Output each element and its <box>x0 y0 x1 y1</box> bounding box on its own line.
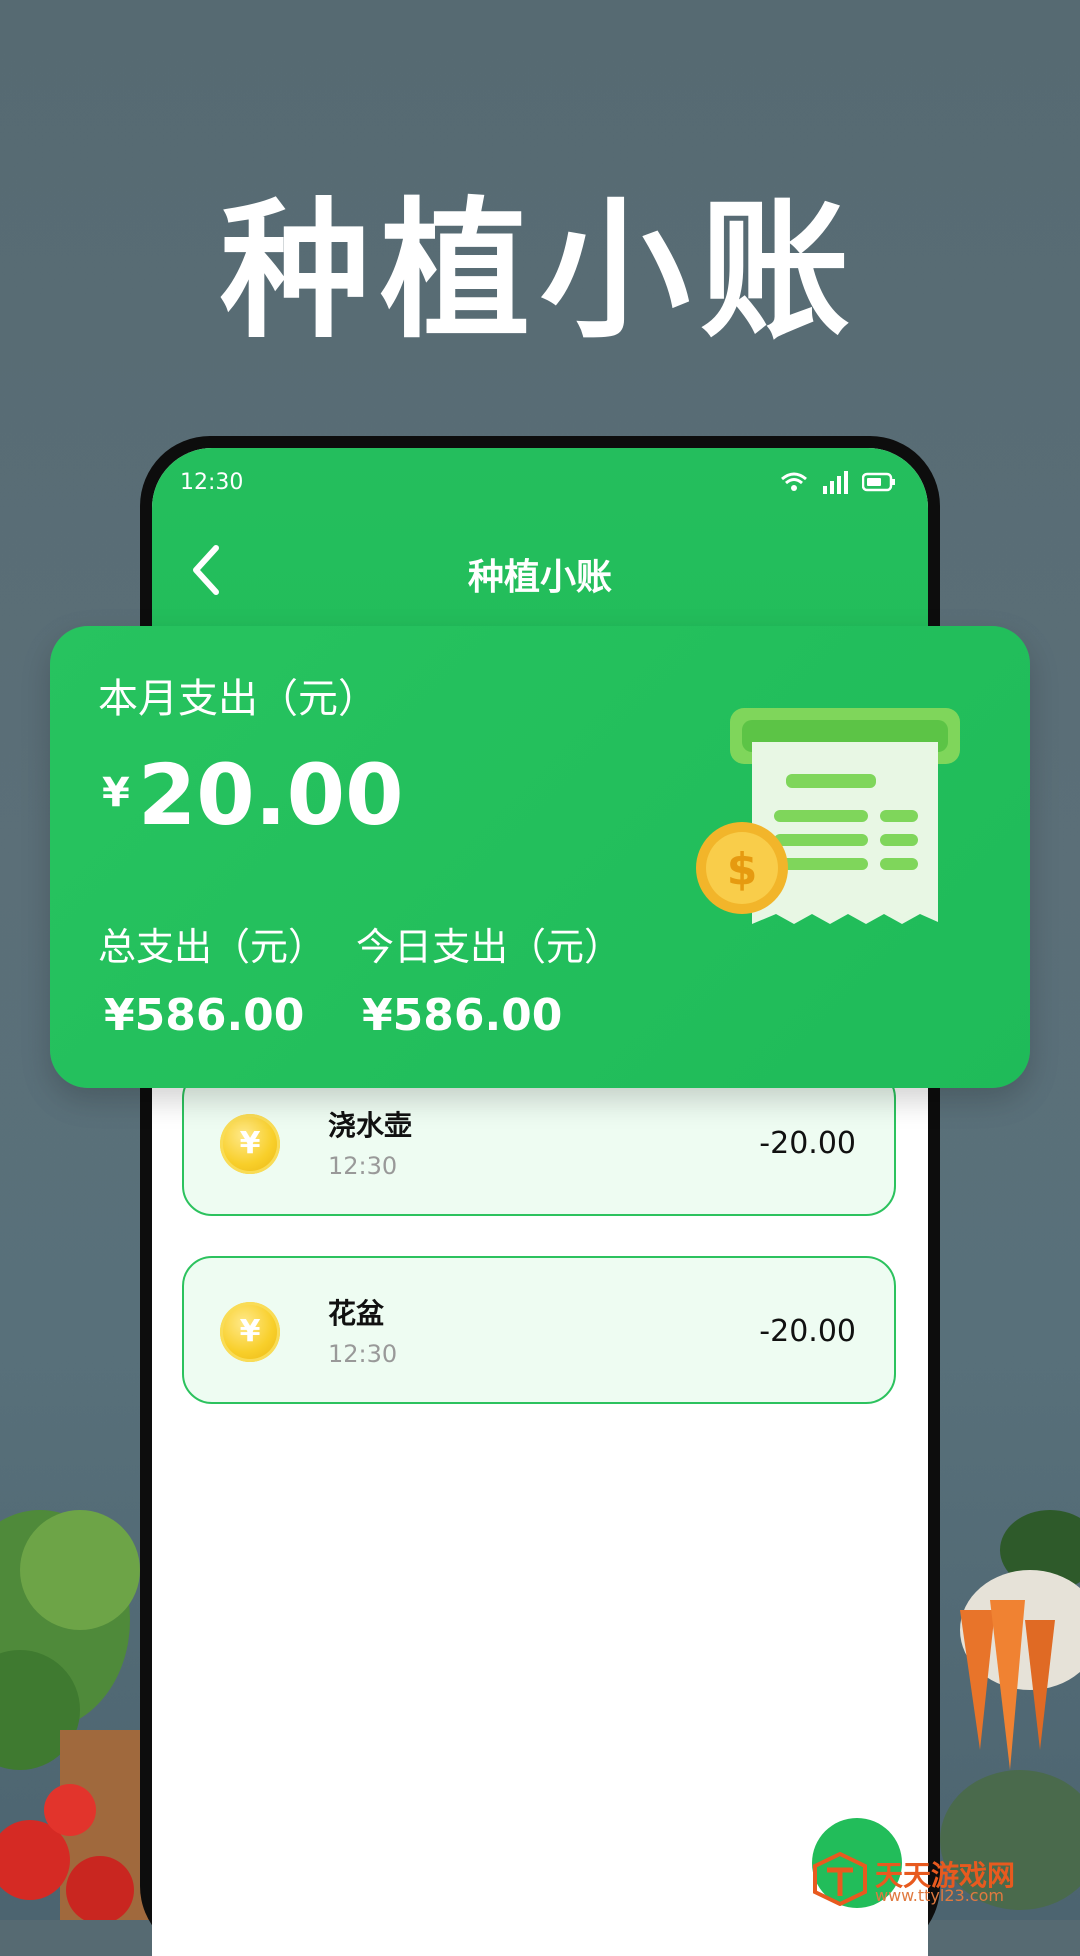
month-expense-value: 20.00 <box>137 746 404 844</box>
yen-coin-icon: ¥ <box>220 1114 280 1174</box>
yen-coin-icon: ¥ <box>220 1302 280 1362</box>
item-time: 12:30 <box>328 1152 398 1180</box>
today-expense-value: ¥586.00 <box>362 990 563 1041</box>
vegetables-left-decoration <box>0 1510 150 1920</box>
battery-icon <box>862 472 895 492</box>
month-expense-label: 本月支出（元） <box>98 676 378 722</box>
list-item[interactable]: ¥ 浇水壶 12:30 -20.00 <box>182 1068 896 1216</box>
status-time: 12:30 <box>180 470 244 495</box>
item-name: 花盆 <box>328 1297 385 1330</box>
item-time: 12:30 <box>328 1340 398 1368</box>
page-title: 种植小账 <box>467 557 612 598</box>
list-item[interactable]: ¥ 花盆 12:30 -20.00 <box>182 1256 896 1404</box>
receipt-with-coin-illustration: $ <box>696 708 960 924</box>
month-expense-amount: ¥20.00 <box>102 746 404 844</box>
currency-symbol: ¥ <box>102 770 130 816</box>
signal-icon <box>823 471 848 494</box>
status-icons <box>780 470 896 494</box>
wifi-icon <box>781 472 807 491</box>
watermark-url: www.ttyl23.com <box>875 1886 1004 1905</box>
total-expense-label: 总支出（元） <box>98 925 327 969</box>
item-amount: -20.00 <box>759 1314 856 1349</box>
total-expense-value: ¥586.00 <box>104 990 305 1041</box>
today-expense-label: 今日支出（元） <box>356 925 623 969</box>
site-watermark: 天天游戏网 www.ttyl23.com <box>805 1850 1065 1910</box>
item-name: 浇水壶 <box>328 1109 413 1142</box>
monthly-summary-card: 本月支出（元） ¥20.00 总支出（元） 今日支出（元） ¥586.00 ¥5… <box>50 626 1030 1088</box>
watermark-logo-icon <box>813 1852 867 1906</box>
svg-text:$: $ <box>727 844 758 895</box>
item-amount: -20.00 <box>759 1126 856 1161</box>
promo-headline: 种植小账 <box>219 185 860 359</box>
